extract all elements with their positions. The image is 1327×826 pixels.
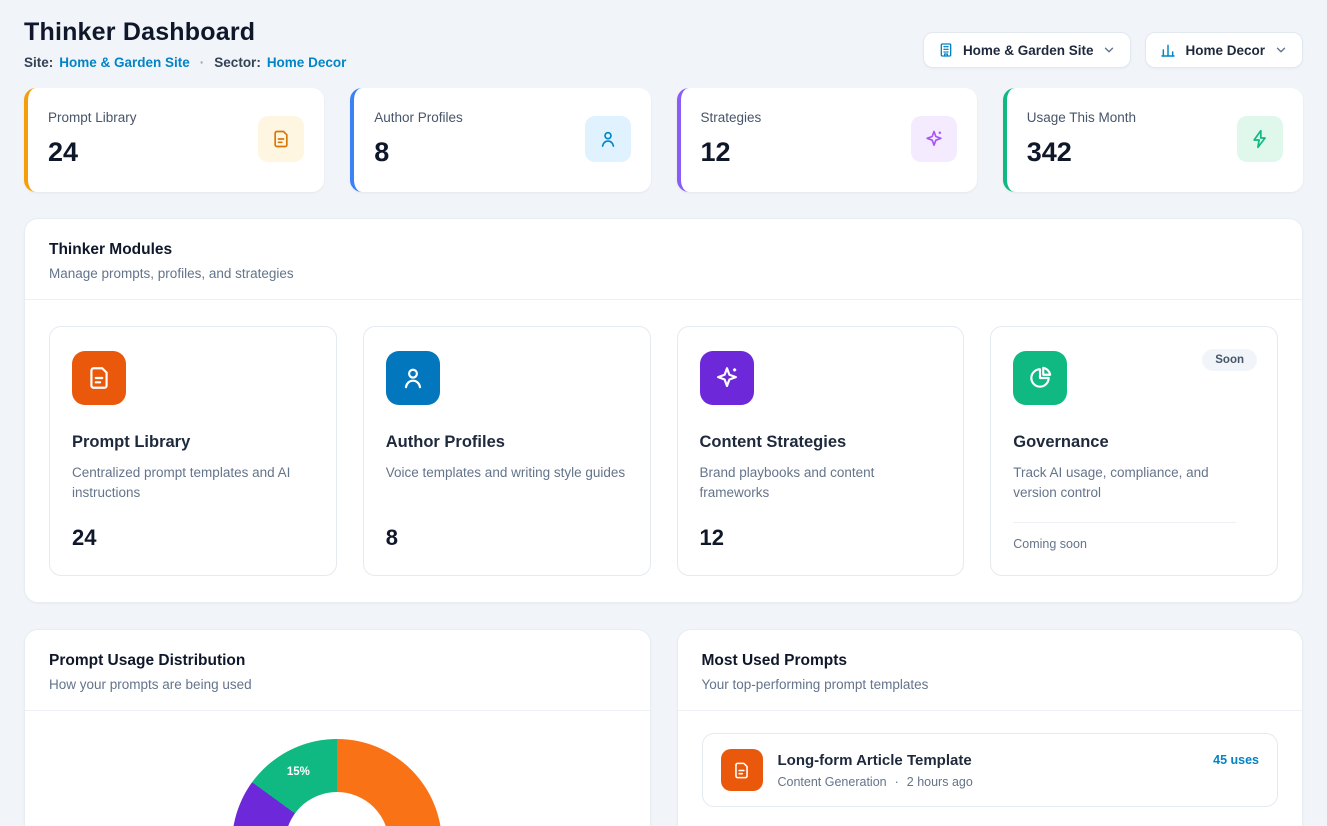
modules-body: Prompt Library Centralized prompt templa…: [25, 300, 1302, 602]
stat-label: Author Profiles: [374, 110, 463, 125]
sector-dropdown-label: Home Decor: [1185, 43, 1265, 58]
site-label: Site:: [24, 55, 53, 70]
module-card-content-strategies[interactable]: Content Strategies Brand playbooks and c…: [677, 326, 965, 576]
stat-card-author-profiles[interactable]: Author Profiles 8: [350, 88, 650, 192]
usage-subtitle: How your prompts are being used: [49, 677, 626, 692]
document-icon: [72, 351, 126, 405]
stat-label: Usage This Month: [1027, 110, 1136, 125]
modules-subtitle: Manage prompts, profiles, and strategies: [49, 266, 1278, 281]
stat-label: Prompt Library: [48, 110, 137, 125]
coming-soon-text: Coming soon: [1013, 522, 1235, 551]
stat-value: 8: [374, 137, 463, 168]
module-description: Centralized prompt templates and AI inst…: [72, 463, 314, 504]
modules-header: Thinker Modules Manage prompts, profiles…: [25, 219, 1302, 299]
stat-text: Author Profiles 8: [374, 110, 463, 168]
bottom-row: Prompt Usage Distribution How your promp…: [24, 629, 1303, 826]
stat-card-usage[interactable]: Usage This Month 342: [1003, 88, 1303, 192]
module-title: Governance: [1013, 433, 1255, 452]
module-title: Prompt Library: [72, 433, 314, 452]
prompt-item-uses: 45 uses: [1213, 753, 1259, 767]
module-card-prompt-library[interactable]: Prompt Library Centralized prompt templa…: [49, 326, 337, 576]
stat-text: Prompt Library 24: [48, 110, 137, 168]
module-title: Content Strategies: [700, 433, 942, 452]
most-used-prompts-panel: Most Used Prompts Your top-performing pr…: [677, 629, 1304, 826]
page-title: Thinker Dashboard: [24, 18, 346, 47]
bar-chart-icon: [1160, 42, 1176, 58]
prompt-item-category: Content Generation: [778, 775, 887, 789]
prompt-item-meta: Content Generation · 2 hours ago: [778, 775, 1199, 789]
site-dropdown-label: Home & Garden Site: [963, 43, 1094, 58]
stats-row: Prompt Library 24 Author Profiles 8 Stra…: [24, 88, 1303, 192]
pie-chart-icon: [1013, 351, 1067, 405]
module-description: Voice templates and writing style guides: [386, 463, 628, 483]
document-icon: [721, 749, 763, 791]
prompt-item-title: Long-form Article Template: [778, 752, 1199, 769]
module-description: Track AI usage, compliance, and version …: [1013, 463, 1255, 504]
header-controls: Home & Garden Site Home Decor: [923, 32, 1303, 68]
dashboard-page: Thinker Dashboard Site: Home & Garden Si…: [0, 0, 1327, 826]
module-value: 8: [386, 509, 628, 551]
person-icon: [386, 351, 440, 405]
most-used-header: Most Used Prompts Your top-performing pr…: [678, 630, 1303, 710]
prompt-item-time: 2 hours ago: [907, 775, 973, 789]
usage-distribution-panel: Prompt Usage Distribution How your promp…: [24, 629, 651, 826]
page-header: Thinker Dashboard Site: Home & Garden Si…: [24, 18, 1303, 70]
donut-slice-label: 15%: [287, 766, 310, 778]
prompt-list-item[interactable]: Long-form Article Template Content Gener…: [702, 733, 1279, 807]
sector-label: Sector:: [214, 55, 261, 70]
module-value: 24: [72, 509, 314, 551]
most-used-subtitle: Your top-performing prompt templates: [702, 677, 1279, 692]
usage-donut-wrap: 15%: [232, 739, 442, 826]
usage-chart-body: 15%: [25, 739, 650, 826]
separator-dot: ·: [200, 55, 205, 70]
usage-header: Prompt Usage Distribution How your promp…: [25, 630, 650, 710]
stat-value: 12: [701, 137, 762, 168]
site-dropdown[interactable]: Home & Garden Site: [923, 32, 1132, 68]
prompt-item-text: Long-form Article Template Content Gener…: [778, 752, 1199, 789]
document-icon: [258, 116, 304, 162]
header-left: Thinker Dashboard Site: Home & Garden Si…: [24, 18, 346, 70]
stat-value: 24: [48, 137, 137, 168]
module-title: Author Profiles: [386, 433, 628, 452]
modules-title: Thinker Modules: [49, 241, 1278, 259]
module-card-governance[interactable]: Soon Governance Track AI usage, complian…: [990, 326, 1278, 576]
sparkle-star-icon: [700, 351, 754, 405]
module-card-author-profiles[interactable]: Author Profiles Voice templates and writ…: [363, 326, 651, 576]
modules-grid: Prompt Library Centralized prompt templa…: [49, 326, 1278, 576]
sector-link[interactable]: Home Decor: [267, 55, 347, 70]
site-link[interactable]: Home & Garden Site: [59, 55, 190, 70]
chevron-down-icon: [1274, 43, 1288, 57]
usage-title: Prompt Usage Distribution: [49, 652, 626, 670]
stat-value: 342: [1027, 137, 1136, 168]
sparkle-star-icon: [911, 116, 957, 162]
stat-text: Usage This Month 342: [1027, 110, 1136, 168]
thinker-modules-panel: Thinker Modules Manage prompts, profiles…: [24, 218, 1303, 603]
stat-label: Strategies: [701, 110, 762, 125]
module-value: 12: [700, 509, 942, 551]
sector-dropdown[interactable]: Home Decor: [1145, 32, 1303, 68]
stat-card-strategies[interactable]: Strategies 12: [677, 88, 977, 192]
lightning-icon: [1237, 116, 1283, 162]
breadcrumb: Site: Home & Garden Site · Sector: Home …: [24, 55, 346, 70]
stat-text: Strategies 12: [701, 110, 762, 168]
stat-card-prompt-library[interactable]: Prompt Library 24: [24, 88, 324, 192]
module-description: Brand playbooks and content frameworks: [700, 463, 942, 504]
soon-badge: Soon: [1202, 349, 1257, 371]
divider: [25, 710, 650, 711]
prompts-list: Long-form Article Template Content Gener…: [678, 711, 1303, 826]
separator-dot: ·: [895, 775, 899, 789]
building-icon: [938, 42, 954, 58]
chevron-down-icon: [1102, 43, 1116, 57]
most-used-title: Most Used Prompts: [702, 652, 1279, 670]
person-icon: [585, 116, 631, 162]
